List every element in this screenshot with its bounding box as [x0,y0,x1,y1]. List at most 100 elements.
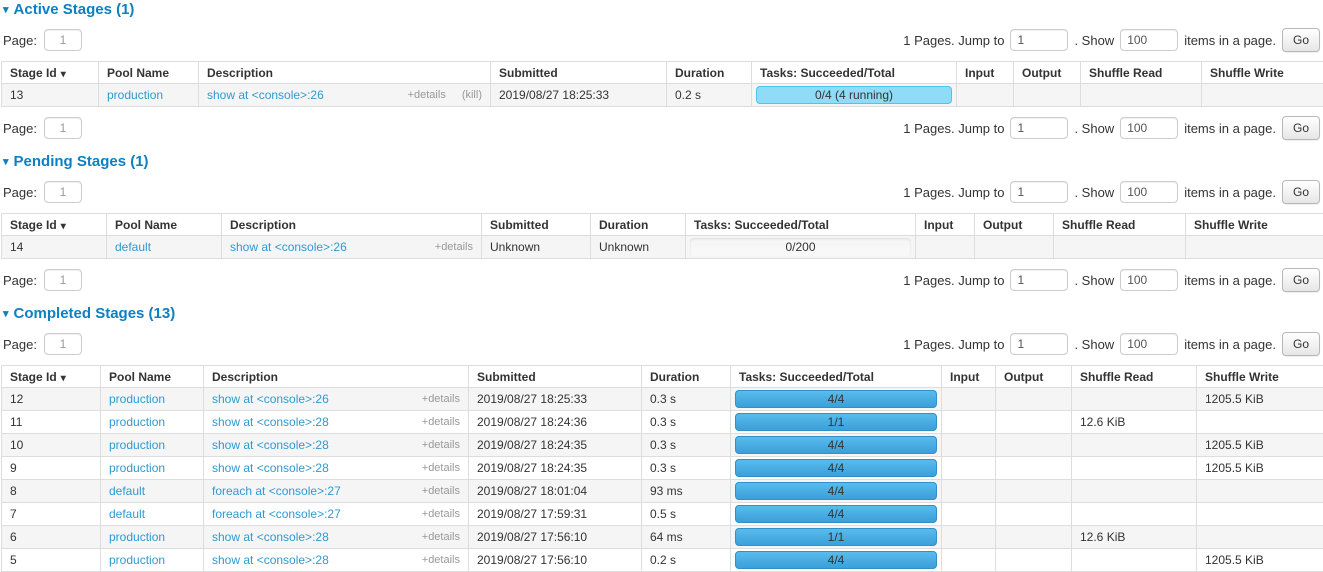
column-header-duration[interactable]: Duration [591,214,686,236]
column-header-output[interactable]: Output [996,366,1072,388]
details-toggle[interactable]: +details [435,241,473,253]
column-header-duration[interactable]: Duration [642,366,731,388]
description-link[interactable]: show at <console>:28 [212,415,329,429]
details-toggle[interactable]: +details [422,439,460,451]
section-header-completed[interactable]: ▾Completed Stages (13) [3,305,1322,322]
column-header-description[interactable]: Description [199,62,491,84]
column-header-pool-name[interactable]: Pool Name [101,366,204,388]
items-per-page-input[interactable] [1120,333,1178,355]
page-number-input[interactable] [44,29,82,51]
page-number-input[interactable] [44,117,82,139]
tasks-progress-cell: 4/4 [731,457,942,480]
details-toggle[interactable]: +details [422,554,460,566]
pool-name-link[interactable]: default [109,484,145,498]
description-link[interactable]: foreach at <console>:27 [212,484,341,498]
pool-name-link[interactable]: production [109,392,165,406]
page-number-input[interactable] [44,333,82,355]
details-toggle[interactable]: +details [422,508,460,520]
tasks-progress-cell: 0/4 (4 running) [752,84,957,107]
jump-to-page-input[interactable] [1010,29,1068,51]
description-link[interactable]: show at <console>:28 [212,461,329,475]
completed-stages-table: Stage Id▾Pool NameDescription Submitted Du… [1,365,1323,572]
items-per-page-input[interactable] [1120,269,1178,291]
items-per-page-input[interactable] [1120,181,1178,203]
column-header-duration[interactable]: Duration [667,62,752,84]
details-toggle[interactable]: +details [422,393,460,405]
column-header-label: Submitted [477,370,536,384]
pool-name-link[interactable]: production [109,415,165,429]
description-link[interactable]: show at <console>:28 [212,530,329,544]
column-header-pool-name[interactable]: Pool Name [99,62,199,84]
pool-name-link[interactable]: production [109,553,165,567]
go-button[interactable]: Go [1282,116,1320,140]
section-header-pending[interactable]: ▾Pending Stages (1) [3,153,1322,170]
tasks-progress-cell: 4/4 [731,480,942,503]
column-header-shuffle-read[interactable]: Shuffle Read [1081,62,1202,84]
tasks-progress-bar: 4/4 [735,459,937,477]
column-header-output[interactable]: Output [1014,62,1081,84]
pool-name-link[interactable]: production [109,461,165,475]
description-link[interactable]: show at <console>:26 [207,88,324,102]
description-link[interactable]: foreach at <console>:27 [212,507,341,521]
tasks-progress-bar: 1/1 [735,528,937,546]
column-header-shuffle-read[interactable]: Shuffle Read [1072,366,1197,388]
column-header-submitted[interactable]: Submitted [491,62,667,84]
pool-name-link[interactable]: production [109,530,165,544]
column-header-submitted[interactable]: Submitted [469,366,642,388]
details-toggle[interactable]: +details [422,462,460,474]
page-number-input[interactable] [44,181,82,203]
description-link[interactable]: show at <console>:26 [212,392,329,406]
go-button[interactable]: Go [1282,332,1320,356]
column-header-description[interactable]: Description [222,214,482,236]
pool-name-link[interactable]: production [109,438,165,452]
tasks-progress-bar: 4/4 [735,436,937,454]
column-header-stage-id[interactable]: Stage Id▾ [2,62,99,84]
column-header-stage-id[interactable]: Stage Id▾ [2,366,101,388]
go-button[interactable]: Go [1282,28,1320,52]
column-header-shuffle-write[interactable]: Shuffle Write [1202,62,1323,84]
pool-name-link[interactable]: production [107,88,163,102]
column-header-pool-name[interactable]: Pool Name [107,214,222,236]
details-toggle[interactable]: +details [422,531,460,543]
column-header-submitted[interactable]: Submitted [482,214,591,236]
column-header-input[interactable]: Input [942,366,996,388]
duration-cell: 93 ms [642,480,731,503]
page-number-input[interactable] [44,269,82,291]
jump-to-page-input[interactable] [1010,117,1068,139]
column-header-shuffle-write[interactable]: Shuffle Write [1197,366,1323,388]
column-header-output[interactable]: Output [975,214,1054,236]
pool-name-link[interactable]: default [109,507,145,521]
details-toggle[interactable]: +details [408,89,446,101]
column-header-input[interactable]: Input [916,214,975,236]
details-toggle[interactable]: +details [422,416,460,428]
column-header-label: Shuffle Read [1089,66,1162,80]
section-header-active[interactable]: ▾Active Stages (1) [3,1,1322,18]
jump-to-page-input[interactable] [1010,181,1068,203]
output-cell [996,526,1072,549]
go-button[interactable]: Go [1282,180,1320,204]
column-header-tasks-succeeded-total[interactable]: Tasks: Succeeded/Total [731,366,942,388]
jump-to-page-input[interactable] [1010,333,1068,355]
column-header-description[interactable]: Description [204,366,469,388]
description-cell: show at <console>:26 +details [204,388,469,411]
pool-name-cell: production [101,549,204,572]
pool-name-link[interactable]: default [115,240,151,254]
column-header-tasks-succeeded-total[interactable]: Tasks: Succeeded/Total [686,214,916,236]
column-header-input[interactable]: Input [957,62,1014,84]
column-header-shuffle-write[interactable]: Shuffle Write [1186,214,1323,236]
column-header-tasks-succeeded-total[interactable]: Tasks: Succeeded/Total [752,62,957,84]
go-button[interactable]: Go [1282,268,1320,292]
description-link[interactable]: show at <console>:28 [212,553,329,567]
details-toggle[interactable]: +details [422,485,460,497]
description-link[interactable]: show at <console>:28 [212,438,329,452]
column-header-shuffle-read[interactable]: Shuffle Read [1054,214,1186,236]
tasks-progress-bar: 4/4 [735,390,937,408]
items-per-page-input[interactable] [1120,29,1178,51]
description-link[interactable]: show at <console>:26 [230,240,347,254]
pagination-row-top-pending: Page:1 Pages. Jump to. Showitems in a pa… [1,180,1322,204]
column-header-stage-id[interactable]: Stage Id▾ [2,214,107,236]
submitted-cell: Unknown [482,236,591,259]
items-per-page-input[interactable] [1120,117,1178,139]
jump-to-page-input[interactable] [1010,269,1068,291]
kill-link[interactable]: (kill) [462,89,482,101]
